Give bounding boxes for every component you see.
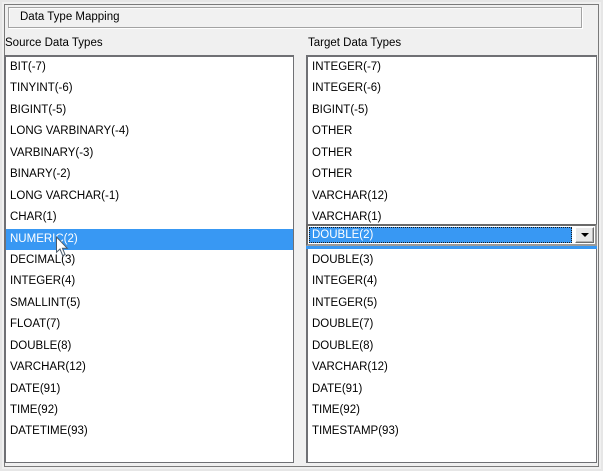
list-item[interactable]: DOUBLE(3) (308, 250, 596, 271)
list-item[interactable]: TIMESTAMP(93) (308, 421, 596, 442)
list-item[interactable]: DOUBLE(7) (308, 314, 596, 335)
list-item[interactable]: FLOAT(7) (6, 314, 293, 335)
list-item[interactable]: INTEGER(-6) (308, 78, 596, 99)
list-item[interactable]: DOUBLE(8) (308, 336, 596, 357)
list-item[interactable]: VARCHAR(12) (6, 357, 293, 378)
list-item[interactable]: LONG VARBINARY(-4) (6, 121, 293, 142)
target-list-label: Target Data Types (308, 36, 401, 50)
list-item[interactable]: INTEGER(-7) (308, 57, 596, 78)
list-item[interactable]: DATETIME(93) (6, 421, 293, 442)
list-item[interactable]: INTEGER(5) (308, 293, 596, 314)
list-item[interactable]: DECIMAL(3) (6, 250, 293, 271)
list-item[interactable]: TIME(92) (6, 400, 293, 421)
list-item[interactable]: VARBINARY(-3) (6, 143, 293, 164)
chevron-down-icon (581, 233, 589, 237)
list-item[interactable]: INTEGER(4) (6, 271, 293, 292)
list-item[interactable]: BINARY(-2) (6, 164, 293, 185)
source-type-list[interactable]: BIT(-7)TINYINT(-6)BIGINT(-5)LONG VARBINA… (4, 55, 294, 463)
list-item[interactable]: LONG VARCHAR(-1) (6, 186, 293, 207)
list-item[interactable]: DOUBLE(8) (6, 336, 293, 357)
list-item[interactable]: SMALLINT(5) (6, 293, 293, 314)
dialog-header-panel: Data Type Mapping (8, 7, 582, 28)
list-item[interactable]: VARCHAR(12) (308, 186, 596, 207)
list-item[interactable]: BIT(-7) (6, 57, 293, 78)
data-type-mapping-window: Data Type Mapping Source Data Types Targ… (0, 0, 603, 471)
list-item[interactable]: CHAR(1) (6, 207, 293, 228)
list-item[interactable]: TIME(92) (308, 400, 596, 421)
list-item[interactable]: OTHER (308, 143, 596, 164)
list-item[interactable]: DATE(91) (6, 379, 293, 400)
combobox-selected-value[interactable]: DOUBLE(2) (309, 227, 572, 243)
combobox-focus-underline (306, 246, 597, 249)
list-item[interactable]: OTHER (308, 121, 596, 142)
list-item[interactable]: BIGINT(-5) (6, 100, 293, 121)
list-item[interactable]: DATE(91) (308, 379, 596, 400)
target-type-list[interactable]: INTEGER(-7)INTEGER(-6)BIGINT(-5)OTHEROTH… (306, 55, 597, 463)
combobox-dropdown-button[interactable] (575, 227, 594, 243)
list-item[interactable]: VARCHAR(12) (308, 357, 596, 378)
source-list-label: Source Data Types (5, 36, 103, 50)
page-title: Data Type Mapping (20, 11, 120, 23)
list-item[interactable]: INTEGER(4) (308, 271, 596, 292)
list-item[interactable]: OTHER (308, 164, 596, 185)
list-item[interactable]: BIGINT(-5) (308, 100, 596, 121)
target-type-combobox[interactable]: DOUBLE(2) (306, 224, 597, 246)
list-item[interactable]: NUMERIC(2) (6, 229, 293, 250)
list-item[interactable]: TINYINT(-6) (6, 78, 293, 99)
